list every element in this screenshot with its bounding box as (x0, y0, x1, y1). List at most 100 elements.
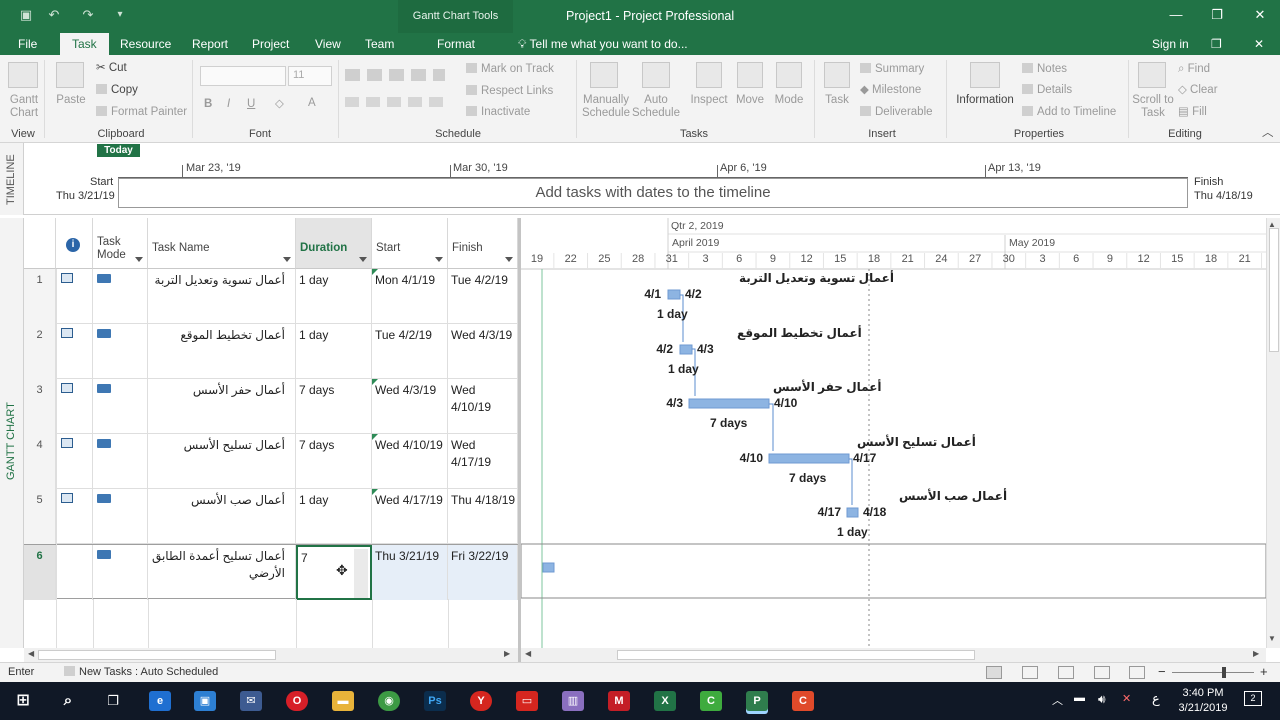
project-icon[interactable]: P (746, 691, 768, 711)
gantt-chart-button[interactable]: Gantt Chart (2, 94, 46, 120)
finish-cell[interactable]: Wed 4/10/19 (448, 379, 518, 434)
mode-button[interactable]: Mode (768, 94, 810, 107)
start-cell[interactable]: Wed 4/3/19 (372, 379, 448, 434)
report-view-icon[interactable] (1129, 666, 1145, 679)
finish-cell[interactable]: Wed 4/3/19 (448, 324, 518, 379)
team-planner-view-icon[interactable] (1058, 666, 1074, 679)
task-name-cell[interactable]: أعمال تسوية وتعديل التربة (148, 269, 296, 324)
start-cell[interactable]: Thu 3/21/19 (372, 545, 448, 600)
task-mode-cell[interactable] (93, 489, 148, 544)
search-icon[interactable]: ⌕ (57, 691, 79, 711)
tab-format[interactable]: Format (437, 33, 475, 55)
fill-button[interactable]: ▤ Fill (1178, 106, 1207, 119)
sign-in-link[interactable]: Sign in (1152, 33, 1189, 55)
finish-cell[interactable]: Wed 4/17/19 (448, 434, 518, 489)
edge-icon[interactable]: e (149, 691, 171, 711)
task-row[interactable]: 3 أعمال حفر الأسس 7 days Wed 4/3/19 Wed … (24, 379, 518, 434)
task-name-cell[interactable]: أعمال تخطيط الموقع (148, 324, 296, 379)
ribbon-close-icon[interactable]: ✕ (1254, 33, 1264, 55)
volume-icon[interactable]: 🔊︎ (1098, 692, 1106, 707)
vertical-scroll-thumb[interactable] (1269, 228, 1279, 352)
task-mode-column-header[interactable]: Task Mode (93, 218, 148, 269)
tab-resource[interactable]: Resource (120, 33, 171, 55)
new-tasks-mode[interactable]: New Tasks : Auto Scheduled (64, 666, 218, 678)
resource-sheet-view-icon[interactable] (1094, 666, 1110, 679)
tab-project[interactable]: Project (252, 33, 289, 55)
tray-chevron-icon[interactable]: ︿ (1052, 692, 1063, 708)
auto-schedule-button[interactable]: Auto Schedule (630, 94, 682, 120)
chrome-icon[interactable]: ◉ (378, 691, 400, 711)
row-id[interactable]: 4 (24, 434, 56, 489)
restore-button[interactable]: ❐ (1207, 6, 1227, 24)
paste-button[interactable]: Paste (52, 94, 90, 107)
zoom-slider-thumb[interactable] (1222, 667, 1226, 678)
task-mode-cell[interactable] (93, 324, 148, 379)
close-button[interactable]: ✕ (1250, 6, 1270, 24)
zoom-out-icon[interactable]: − (1158, 664, 1166, 679)
system-clock[interactable]: 3:40 PM 3/21/2019 (1172, 686, 1234, 716)
finish-cell[interactable]: Thu 4/18/19 (448, 489, 518, 544)
task-name-cell[interactable]: أعمال حفر الأسس (148, 379, 296, 434)
column-filter-icon[interactable] (283, 257, 291, 262)
collapse-ribbon-icon[interactable]: ︿ (1262, 127, 1274, 140)
task-bar[interactable] (679, 344, 693, 355)
task-mode-cell[interactable] (93, 269, 148, 324)
column-filter-icon[interactable] (135, 257, 143, 262)
duration-cell[interactable]: 7 days (296, 434, 372, 489)
customize-qat-icon[interactable]: ▾ (112, 7, 128, 23)
column-filter-icon[interactable] (505, 257, 513, 262)
scroll-to-task-button[interactable]: Scroll to Task (1132, 94, 1174, 120)
row-id[interactable]: 1 (24, 269, 56, 324)
grid-scroll-thumb[interactable] (38, 650, 276, 660)
task-row[interactable]: 2 أعمال تخطيط الموقع 1 day Tue 4/2/19 We… (24, 324, 518, 379)
store-icon[interactable]: ▣ (194, 691, 216, 711)
file-explorer-icon[interactable]: ▬ (332, 691, 354, 711)
clear-button[interactable]: ◇ Clear (1178, 84, 1218, 97)
find-button[interactable]: ⌕ Find (1178, 63, 1210, 76)
row-id[interactable]: 3 (24, 379, 56, 434)
redo-icon[interactable]: ↷ (80, 7, 96, 23)
undo-icon[interactable]: ↶ (46, 7, 62, 23)
duration-cell[interactable]: 1 day (296, 269, 372, 324)
task-bar-selected[interactable] (542, 562, 555, 573)
input-language[interactable]: ع (1152, 691, 1160, 707)
finish-column-header[interactable]: Finish (448, 218, 518, 269)
windows-start-icon[interactable]: ⊞ (12, 691, 34, 711)
task-row[interactable]: 4 أعمال تسليح الأسس 7 days Wed 4/10/19 W… (24, 434, 518, 489)
manually-schedule-button[interactable]: Manually Schedule (580, 94, 632, 120)
milestone-button[interactable]: ◆ Milestone (860, 84, 921, 97)
task-bar[interactable] (688, 398, 770, 409)
tab-task[interactable]: Task (60, 33, 109, 55)
tab-team[interactable]: Team (365, 33, 394, 55)
task-mode-cell[interactable] (93, 545, 148, 600)
row-id[interactable]: 2 (24, 324, 56, 379)
media-app-icon[interactable]: ▥ (562, 691, 584, 711)
scroll-left-icon[interactable]: ◀ (28, 649, 34, 658)
task-mode-cell[interactable] (93, 434, 148, 489)
chart-horizontal-scrollbar[interactable]: ◀ ▶ (521, 648, 1266, 662)
scroll-down-icon[interactable]: ▼ (1268, 634, 1276, 643)
fill-color-icon[interactable]: ◇ (275, 98, 284, 111)
duration-cell[interactable]: 7 days (296, 379, 372, 434)
m-app-icon[interactable]: M (608, 691, 630, 711)
task-row-selected[interactable]: 6 أعمال تسليح أعمدة الطابق الأرضي 7 ✥ Thu… (24, 544, 518, 600)
zoom-slider-track[interactable] (1172, 672, 1254, 673)
recorder-app-icon[interactable]: C (792, 691, 814, 711)
ribbon-restore-icon[interactable]: ❐ (1211, 33, 1222, 55)
recorder-icon[interactable]: ▭ (516, 691, 538, 711)
inactivate-button[interactable]: Inactivate (466, 106, 530, 119)
scroll-right-icon[interactable]: ▶ (1253, 649, 1259, 658)
row-id[interactable]: 6 (24, 545, 56, 600)
tab-report[interactable]: Report (192, 33, 228, 55)
task-view-icon[interactable]: ❐ (102, 691, 124, 711)
column-filter-icon[interactable] (359, 257, 367, 262)
task-name-cell[interactable]: أعمال صب الأسس (148, 489, 296, 544)
network-icon[interactable]: ▬ (1074, 692, 1085, 704)
start-cell[interactable]: Wed 4/10/19 (372, 434, 448, 489)
cut-button[interactable]: ✂ Cut (96, 62, 127, 75)
tab-file[interactable]: File (18, 33, 37, 55)
underline-button[interactable]: U (247, 98, 255, 111)
minimize-button[interactable]: — (1166, 6, 1186, 24)
zoom-in-icon[interactable]: + (1260, 664, 1268, 679)
task-row[interactable]: 5 أعمال صب الأسس 1 day Wed 4/17/19 Thu 4… (24, 489, 518, 544)
